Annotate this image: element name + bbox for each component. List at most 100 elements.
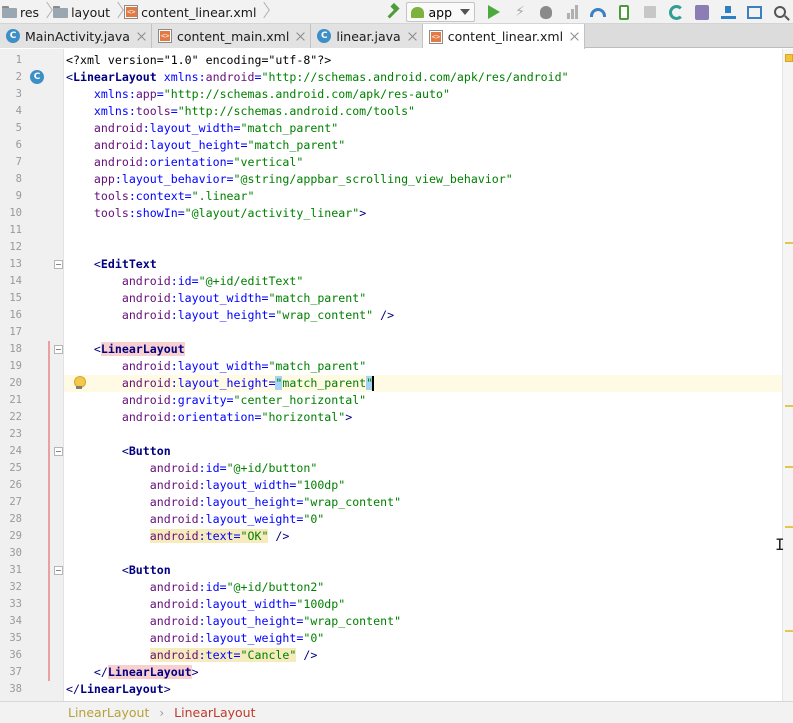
code-token: "match_parent" xyxy=(247,138,346,152)
error-stripe[interactable] xyxy=(782,49,793,701)
code-line[interactable]: tools:showIn="@layout/activity_linear"> xyxy=(66,205,366,222)
code-token: :layout_height= xyxy=(198,614,304,628)
fold-toggle-icon[interactable] xyxy=(54,260,63,269)
line-number: 10 xyxy=(9,207,22,219)
debug-button[interactable] xyxy=(533,0,559,24)
tab-content-main-xml[interactable]: content_main.xml xyxy=(151,24,312,48)
structure-icon xyxy=(746,5,762,19)
stop-button[interactable] xyxy=(637,0,663,24)
code-line[interactable]: android:gravity="center_horizontal" xyxy=(66,392,366,409)
code-token: android xyxy=(149,631,199,645)
tab-mainactivity-java[interactable]: C MainActivity.java xyxy=(0,24,152,48)
code-line[interactable]: android:layout_weight="0" xyxy=(66,630,325,647)
warning-marker[interactable] xyxy=(785,405,793,407)
breadcrumb-item-res[interactable]: res xyxy=(0,0,51,24)
warning-marker[interactable] xyxy=(785,242,793,244)
run-button[interactable] xyxy=(481,0,507,24)
fold-toggle-icon[interactable] xyxy=(54,345,63,354)
code-line[interactable]: android:layout_height="wrap_content" xyxy=(66,494,401,511)
code-line[interactable]: android:text="OK" /> xyxy=(66,528,289,545)
code-line[interactable]: android:layout_height="match_parent" xyxy=(66,137,345,154)
code-line[interactable]: app:layout_behavior="@string/appbar_scro… xyxy=(66,171,513,188)
breadcrumb-linearlayout-outer[interactable]: LinearLayout xyxy=(68,705,149,720)
make-project-button[interactable] xyxy=(380,0,406,24)
fold-toggle-icon[interactable] xyxy=(54,566,63,575)
warning-marker[interactable] xyxy=(785,526,793,528)
code-line[interactable]: android:layout_height="wrap_content" /> xyxy=(66,307,394,324)
apply-changes-button[interactable]: ⚡ xyxy=(507,0,533,24)
dropdown-arrow-icon xyxy=(460,9,470,15)
tab-label: MainActivity.java xyxy=(25,28,130,44)
breadcrumb-linearlayout-inner[interactable]: LinearLayout xyxy=(174,705,255,720)
inspection-status-icon[interactable] xyxy=(785,54,793,62)
code-line[interactable]: android:layout_height="wrap_content" xyxy=(66,613,401,630)
code-editor[interactable]: 1 2 3 4 5 6 7 8 9 10 11 12 13 14 15 16 17 18 19 20 21 22 23 24 2… xyxy=(0,49,793,701)
code-line[interactable]: android:layout_weight="0" xyxy=(66,511,325,528)
fold-toggle-icon[interactable] xyxy=(54,447,63,456)
code-line[interactable]: <Button xyxy=(66,443,171,460)
code-token: android xyxy=(149,512,199,526)
avd-manager-button[interactable] xyxy=(689,0,715,24)
code-line[interactable]: <LinearLayout xmlns:android="http://sche… xyxy=(66,69,569,86)
code-line[interactable]: android:layout_height="match_parent" xyxy=(66,375,374,392)
code-line[interactable]: xmlns:app="http://schemas.android.com/ap… xyxy=(66,86,450,103)
breadcrumb-item-file[interactable]: content_linear.xml xyxy=(122,0,268,24)
run-configuration-select[interactable]: app xyxy=(406,2,475,22)
line-number: 12 xyxy=(9,241,22,253)
sync-gradle-button[interactable] xyxy=(663,0,689,24)
attach-debugger-button[interactable] xyxy=(559,0,585,24)
code-line[interactable]: </LinearLayout> xyxy=(66,664,199,681)
code-token: "@string/appbar_scrolling_view_behavior" xyxy=(233,172,513,186)
profiler-button[interactable] xyxy=(585,0,611,24)
code-line[interactable]: android:layout_width="match_parent" xyxy=(66,290,366,307)
code-line[interactable]: android:layout_width="100dp" xyxy=(66,596,345,613)
code-token: "@+id/button2" xyxy=(226,580,325,594)
code-line[interactable]: tools:context=".linear" xyxy=(66,188,255,205)
close-icon[interactable] xyxy=(408,32,417,41)
tab-linear-java[interactable]: C linear.java xyxy=(311,24,423,48)
breadcrumb: res layout content_linear.xml xyxy=(0,0,268,24)
code-line[interactable]: android:layout_width="match_parent" xyxy=(66,358,366,375)
code-line[interactable]: android:layout_width="match_parent" xyxy=(66,120,338,137)
code-token: /> xyxy=(268,529,290,543)
xml-file-icon xyxy=(124,5,139,19)
code-line[interactable]: </LinearLayout> xyxy=(66,681,171,698)
phone-icon xyxy=(619,4,629,20)
code-line[interactable]: android:orientation="vertical" xyxy=(66,154,303,171)
code-line[interactable]: <EditText xyxy=(66,256,157,273)
code-line[interactable]: xmlns:tools="http://schemas.android.com/… xyxy=(66,103,415,120)
code-line[interactable]: <Button xyxy=(66,562,171,579)
close-icon[interactable] xyxy=(137,32,146,41)
search-button[interactable] xyxy=(767,0,793,24)
breadcrumb-item-layout[interactable]: layout xyxy=(51,0,122,24)
code-token: xmlns: xyxy=(163,70,206,84)
warning-marker[interactable] xyxy=(785,466,793,468)
code-line[interactable]: <?xml version="1.0" encoding="utf-8"?> xyxy=(66,52,331,69)
code-line[interactable]: android:layout_width="100dp" xyxy=(66,477,345,494)
warning-marker[interactable] xyxy=(785,630,793,632)
device-button[interactable] xyxy=(611,0,637,24)
close-icon[interactable] xyxy=(296,32,305,41)
editor-tabs: C MainActivity.java content_main.xml C l… xyxy=(0,24,793,49)
code-line[interactable]: android:id="@+id/editText" xyxy=(66,273,304,290)
class-link-icon[interactable]: C xyxy=(30,70,44,84)
code-line[interactable]: android:orientation="horizontal"> xyxy=(66,409,352,426)
close-icon[interactable] xyxy=(570,32,579,41)
code-token: > xyxy=(345,410,353,424)
sdk-manager-button[interactable] xyxy=(715,0,741,24)
code-line[interactable]: android:text="Cancle" /> xyxy=(66,647,317,664)
code-token: android xyxy=(121,274,171,288)
code-line[interactable]: android:id="@+id/button" xyxy=(66,460,318,477)
project-structure-button[interactable] xyxy=(741,0,767,24)
code-line[interactable]: <LinearLayout xyxy=(66,341,185,358)
tab-content-linear-xml[interactable]: content_linear.xml xyxy=(422,24,586,49)
lightbulb-icon[interactable] xyxy=(73,376,86,390)
code-line[interactable]: android:id="@+id/button2" xyxy=(66,579,325,596)
code-area[interactable]: <?xml version="1.0" encoding="utf-8"?> <L… xyxy=(64,49,782,701)
line-number: 14 xyxy=(9,275,22,287)
